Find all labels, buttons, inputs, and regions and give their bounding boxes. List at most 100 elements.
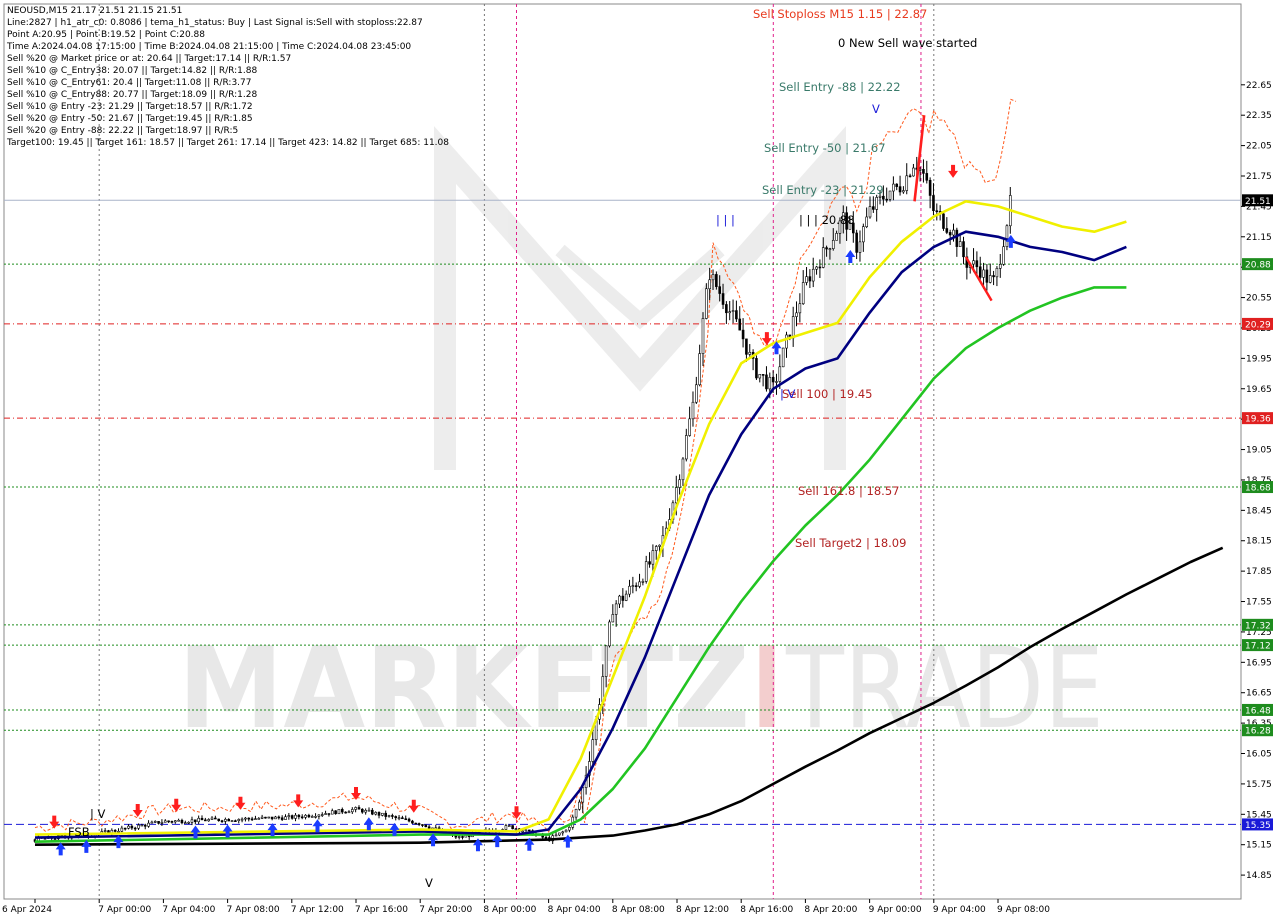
candle-body — [628, 585, 631, 595]
candle-body — [387, 815, 391, 817]
candle-body — [277, 816, 281, 819]
candle-body — [347, 811, 351, 814]
candle-body — [875, 197, 878, 210]
y-tick-label: 21.15 — [1246, 233, 1272, 243]
x-tick-label: 9 Apr 00:00 — [869, 905, 922, 915]
candle-body — [177, 819, 180, 822]
candle-body — [955, 229, 959, 247]
candle-body — [210, 817, 214, 820]
candle-body — [123, 827, 127, 830]
candle-body — [153, 821, 157, 823]
candle-body — [701, 318, 705, 354]
candle-body — [234, 820, 237, 822]
y-tick-label: 19.95 — [1246, 354, 1272, 364]
info-line: Sell %10 @ C_Entry61: 20.4 || Target:11.… — [7, 78, 252, 88]
candle-body — [888, 190, 892, 200]
candle-body — [778, 366, 782, 382]
candle-body — [194, 819, 197, 823]
price-badge-label: 17.32 — [1245, 621, 1271, 631]
candle-body — [254, 818, 257, 820]
candle-body — [230, 820, 234, 822]
candle-body — [554, 834, 558, 837]
candle-body — [731, 310, 735, 312]
candle-body — [561, 831, 565, 834]
info-line: Sell %10 @ Entry -23: 21.29 || Target:18… — [7, 102, 253, 112]
candle-body — [160, 821, 164, 824]
watermark-brand-i: I — [752, 624, 782, 754]
candle-body — [604, 645, 608, 677]
candle-body — [791, 316, 795, 339]
candle-body — [862, 226, 865, 243]
candle-body — [207, 819, 210, 822]
chart-annotation: Sell 161.8 | 18.57 — [798, 484, 899, 498]
candle-body — [411, 820, 414, 824]
candle-body — [514, 828, 518, 831]
candle-body — [568, 827, 571, 831]
candle-body — [741, 329, 745, 340]
candle-body — [401, 817, 404, 820]
candle-body — [945, 228, 949, 233]
candle-body — [674, 487, 678, 504]
candle-body — [988, 275, 992, 283]
candle-body — [932, 195, 935, 212]
x-tick-label: 6 Apr 2024 — [2, 905, 52, 915]
chart-annotation: V — [872, 102, 880, 116]
candle-body — [785, 334, 788, 349]
candle-body — [350, 809, 354, 813]
candle-body — [244, 817, 247, 820]
candle-body — [113, 829, 117, 832]
candle-body — [781, 347, 785, 368]
candle-body — [187, 821, 190, 824]
candle-body — [624, 593, 628, 601]
candle-body — [53, 838, 57, 840]
candle-body — [634, 585, 638, 587]
candle-body — [962, 241, 965, 258]
y-tick-label: 16.05 — [1246, 750, 1272, 760]
candle-body — [952, 229, 955, 236]
info-line: Sell %20 @ Entry -88: 22.22 || Target:18… — [7, 126, 238, 136]
candle-body — [127, 825, 130, 829]
price-badge-label: 17.12 — [1245, 642, 1271, 652]
candle-body — [140, 824, 144, 827]
candle-body — [384, 812, 388, 817]
candle-body — [334, 810, 337, 815]
x-tick-label: 9 Apr 04:00 — [933, 905, 986, 915]
candle-body — [521, 830, 524, 833]
candle-body — [688, 418, 691, 436]
candle-body — [978, 266, 982, 278]
chart-annotation: Sell Stoploss M15 1.15 | 22.87 — [753, 7, 927, 21]
candle-body — [658, 544, 661, 547]
candle-body — [805, 276, 808, 283]
candle-body — [200, 817, 204, 821]
candle-body — [985, 269, 989, 283]
x-tick-label: 7 Apr 16:00 — [355, 905, 408, 915]
candle-body — [831, 240, 835, 249]
candle-body — [698, 353, 701, 386]
candle-body — [204, 819, 207, 822]
candle-body — [821, 247, 825, 268]
x-tick-label: 9 Apr 08:00 — [997, 905, 1050, 915]
chart-annotation: V — [425, 876, 433, 890]
x-tick-label: 8 Apr 16:00 — [740, 905, 793, 915]
price-badge-label: 20.88 — [1245, 261, 1271, 271]
candle-body — [621, 595, 625, 601]
price-badge-label: 15.35 — [1245, 821, 1271, 831]
candle-body — [297, 814, 301, 818]
candle-body — [1005, 225, 1009, 247]
candle-body — [815, 266, 818, 270]
price-badge-label: 18.68 — [1245, 484, 1271, 494]
candle-body — [564, 829, 568, 833]
y-tick-label: 18.45 — [1246, 506, 1272, 516]
candle-body — [260, 816, 264, 819]
candle-body — [998, 264, 1002, 269]
candle-body — [371, 809, 374, 815]
chart-annotation: Sell Entry -23 | 21.29 — [762, 183, 884, 197]
candle-body — [912, 167, 915, 177]
chart-annotation: Sell Entry -88 | 22.22 — [779, 80, 901, 94]
chart-annotation: Sell 100 | 19.45 — [782, 387, 872, 401]
x-tick-label: 8 Apr 08:00 — [612, 905, 665, 915]
candle-body — [858, 241, 862, 253]
chart-annotation: | | | — [716, 213, 735, 227]
info-line: Sell %10 @ C_Entry88: 20.77 || Target:18… — [7, 90, 257, 100]
candle-body — [147, 822, 150, 827]
